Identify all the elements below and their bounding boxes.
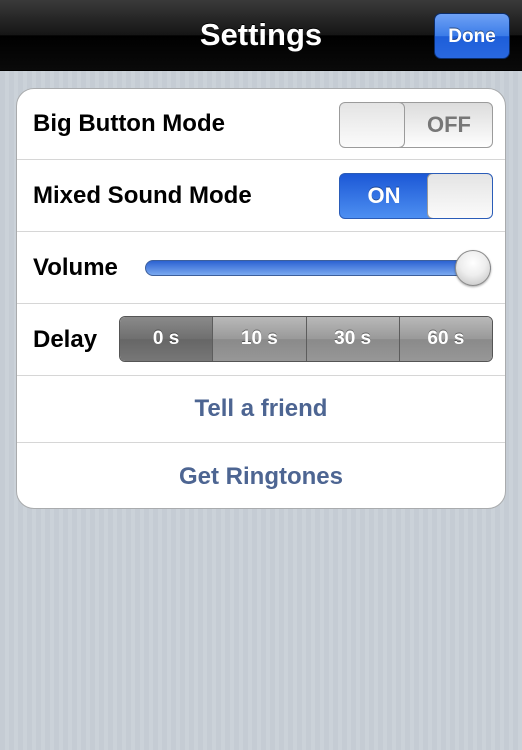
mixed-sound-mode-switch[interactable]: ON [339, 173, 493, 219]
delay-segmented-control: 0 s 10 s 30 s 60 s [119, 316, 493, 362]
big-button-mode-switch[interactable]: OFF [339, 102, 493, 148]
settings-group: Big Button Mode OFF Mixed Sound Mode ON … [16, 88, 506, 509]
delay-option-30s[interactable]: 30 s [305, 317, 399, 361]
volume-label: Volume [33, 253, 118, 281]
volume-slider-knob[interactable] [455, 250, 491, 286]
tell-a-friend-row[interactable]: Tell a friend [17, 376, 505, 443]
delay-option-60s[interactable]: 60 s [398, 317, 492, 361]
switch-state-text: ON [367, 183, 401, 208]
delay-row: Delay 0 s 10 s 30 s 60 s [17, 304, 505, 376]
volume-row: Volume [17, 232, 505, 304]
switch-knob[interactable] [427, 174, 492, 218]
navigation-bar: Settings Done [0, 0, 522, 71]
get-ringtones-row[interactable]: Get Ringtones [17, 443, 505, 508]
big-button-mode-label: Big Button Mode [33, 110, 225, 137]
volume-slider-track[interactable] [145, 260, 491, 276]
get-ringtones-button[interactable]: Get Ringtones [17, 443, 505, 508]
switch-knob[interactable] [340, 103, 405, 147]
mixed-sound-mode-row: Mixed Sound Mode ON [17, 160, 505, 232]
delay-label: Delay [33, 325, 98, 353]
delay-option-10s[interactable]: 10 s [212, 317, 306, 361]
mixed-sound-mode-label: Mixed Sound Mode [33, 181, 252, 209]
done-button[interactable]: Done [434, 13, 510, 59]
delay-option-0s[interactable]: 0 s [120, 317, 213, 361]
big-button-mode-row: Big Button Mode OFF [17, 89, 505, 160]
switch-state-text: OFF [427, 112, 471, 137]
tell-a-friend-button[interactable]: Tell a friend [17, 376, 505, 442]
